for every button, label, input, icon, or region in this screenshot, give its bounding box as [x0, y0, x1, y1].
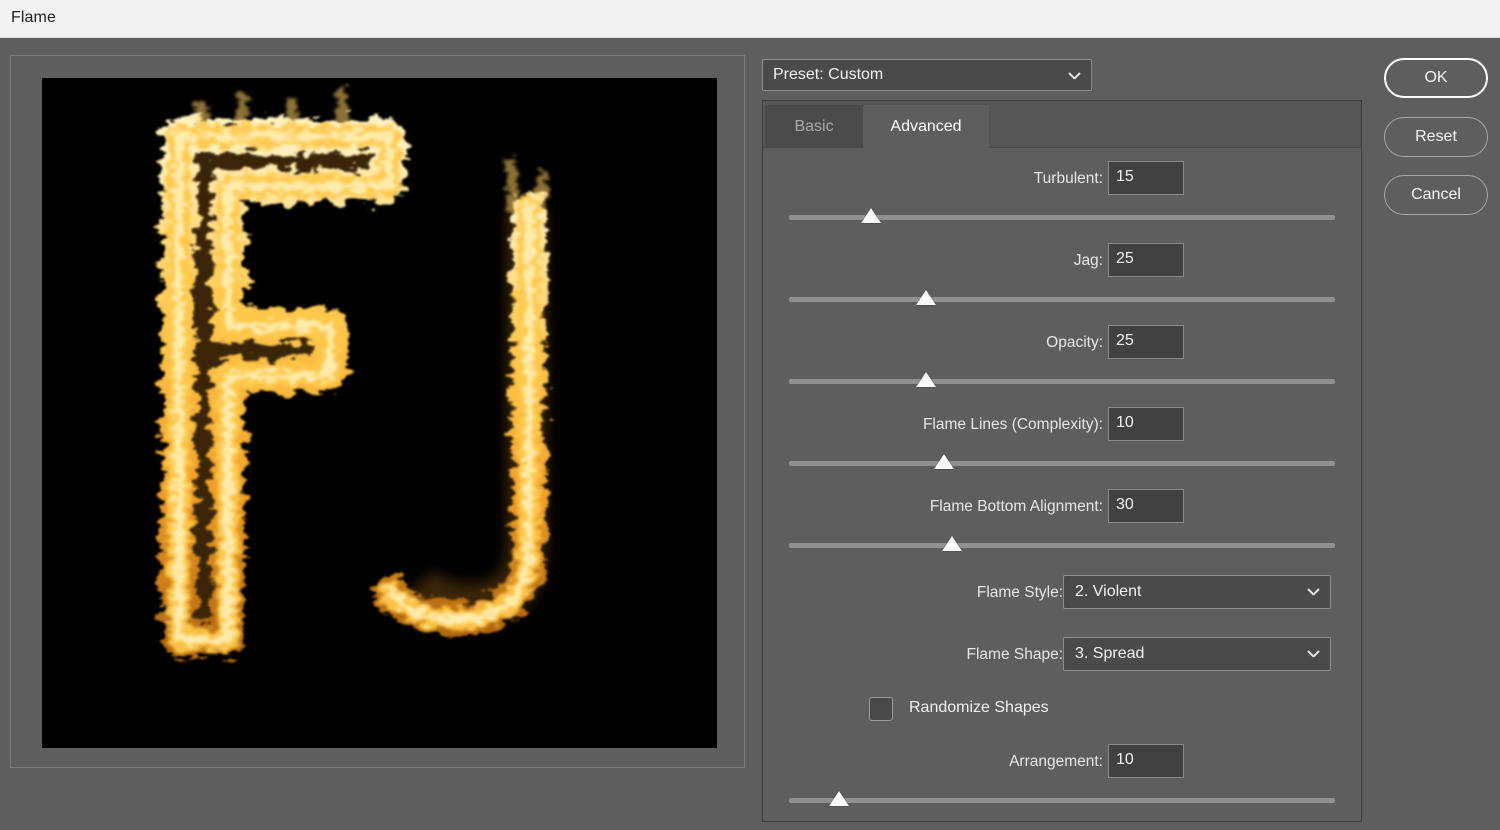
flame-bottom-alignment-track[interactable] — [789, 543, 1335, 548]
arrangement-input[interactable]: 10 — [1108, 744, 1184, 778]
preset-label: Preset: Custom — [773, 66, 884, 83]
flame-style-dropdown[interactable]: 2. Violent — [1063, 575, 1331, 609]
preset-dropdown[interactable]: Preset: Custom — [762, 59, 1092, 91]
flame-filter-dialog: Flame Preset: Custom Basic Advanced Turb… — [0, 0, 1500, 830]
cancel-button[interactable]: Cancel — [1384, 175, 1488, 215]
flame-style-label: Flame Style: — [976, 584, 1063, 601]
flame-shape-value: 3. Spread — [1075, 645, 1145, 662]
arrangement-label: Arrangement: — [1009, 753, 1103, 770]
turbulent-thumb[interactable] — [861, 208, 881, 223]
preview-frame — [10, 55, 745, 768]
jag-thumb[interactable] — [916, 290, 936, 305]
opacity-track[interactable] — [789, 379, 1335, 384]
options-panel: Basic Advanced Turbulent: 15 Jag: 25 Opa… — [762, 100, 1362, 822]
flame-bottom-alignment-input[interactable]: 30 — [1108, 489, 1184, 523]
flame-lines-input[interactable]: 10 — [1108, 407, 1184, 441]
flame-lines-thumb[interactable] — [934, 454, 954, 469]
arrangement-thumb[interactable] — [829, 791, 849, 806]
flame-lines-value: 10 — [1116, 414, 1134, 431]
flame-shape-label: Flame Shape: — [966, 646, 1064, 663]
turbulent-value: 15 — [1116, 168, 1134, 185]
turbulent-input[interactable]: 15 — [1108, 161, 1184, 195]
opacity-slider[interactable] — [789, 372, 1335, 390]
jag-slider[interactable] — [789, 290, 1335, 308]
flame-bottom-alignment-value: 30 — [1116, 496, 1134, 513]
opacity-thumb[interactable] — [916, 372, 936, 387]
arrangement-value: 10 — [1116, 751, 1134, 768]
flame-bottom-alignment-slider[interactable] — [789, 536, 1335, 554]
tab-strip: Basic Advanced — [763, 101, 1361, 148]
jag-track[interactable] — [789, 297, 1335, 302]
tab-basic[interactable]: Basic — [765, 105, 863, 148]
advanced-tab-panel: Turbulent: 15 Jag: 25 Opacity: 25 Flame … — [763, 148, 1361, 821]
randomize-shapes-checkbox[interactable] — [869, 697, 893, 721]
flame-lines-slider[interactable] — [789, 454, 1335, 472]
reset-button[interactable]: Reset — [1384, 117, 1488, 157]
jag-input[interactable]: 25 — [1108, 243, 1184, 277]
tab-advanced[interactable]: Advanced — [863, 105, 989, 148]
flame-lines-track[interactable] — [789, 461, 1335, 466]
opacity-input[interactable]: 25 — [1108, 325, 1184, 359]
randomize-shapes-label: Randomize Shapes — [909, 699, 1049, 716]
flame-style-value: 2. Violent — [1075, 583, 1142, 600]
flame-bottom-alignment-thumb[interactable] — [942, 536, 962, 551]
ok-button[interactable]: OK — [1384, 58, 1488, 98]
flame-shape-dropdown[interactable]: 3. Spread — [1063, 637, 1331, 671]
jag-value: 25 — [1116, 250, 1134, 267]
jag-label: Jag: — [1073, 252, 1103, 269]
turbulent-label: Turbulent: — [1033, 170, 1103, 187]
arrangement-slider[interactable] — [789, 791, 1335, 809]
chevron-down-icon — [1308, 650, 1319, 657]
flame-preview[interactable] — [42, 78, 717, 748]
chevron-down-icon — [1069, 72, 1080, 79]
flame-bottom-alignment-label: Flame Bottom Alignment: — [929, 498, 1103, 515]
window-title: Flame — [11, 9, 56, 26]
title-bar: Flame — [0, 0, 1500, 38]
opacity-label: Opacity: — [1046, 334, 1103, 351]
opacity-value: 25 — [1116, 332, 1134, 349]
chevron-down-icon — [1308, 588, 1319, 595]
arrangement-track[interactable] — [789, 798, 1335, 803]
turbulent-slider[interactable] — [789, 208, 1335, 226]
flame-render — [42, 78, 717, 748]
flame-lines-label: Flame Lines (Complexity): — [922, 416, 1103, 433]
